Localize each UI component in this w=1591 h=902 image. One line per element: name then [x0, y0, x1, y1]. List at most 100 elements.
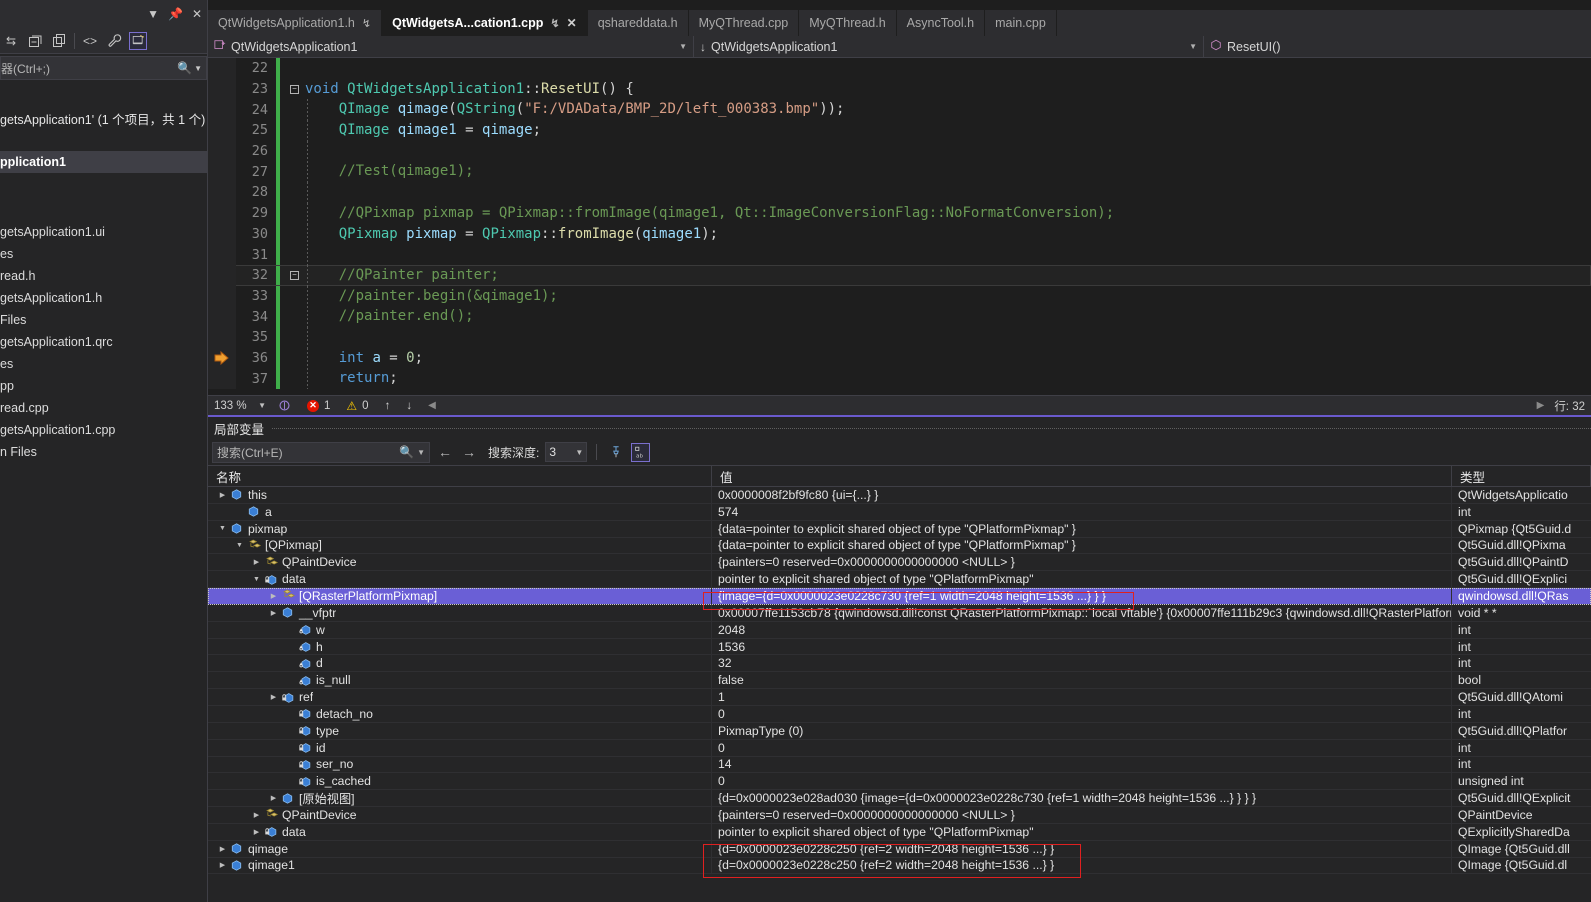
intellisense-status-icon[interactable]: [270, 399, 299, 412]
variable-row[interactable]: ▶ data pointer to explicit shared object o…: [208, 823, 1591, 841]
variable-value-cell[interactable]: {data=pointer to explicit shared object …: [712, 537, 1452, 554]
variable-name-cell[interactable]: ▶ qimage1: [208, 857, 712, 874]
variable-name-cell[interactable]: h: [208, 638, 712, 655]
variable-value-cell[interactable]: 0: [712, 773, 1452, 790]
fold-collapse-icon[interactable]: −: [288, 270, 301, 280]
expand-chevron-icon[interactable]: ▶: [216, 491, 229, 499]
variable-row[interactable]: ▶ qimage {d=0x0000023e0228c250 {ref=2 widt…: [208, 840, 1591, 858]
expand-right-button[interactable]: ▶: [1537, 400, 1545, 411]
variable-value-cell[interactable]: {d=0x0000023e0228c250 {ref=2 width=2048 …: [712, 857, 1452, 874]
expand-chevron-icon[interactable]: ▶: [250, 811, 263, 819]
code-line[interactable]: 22: [208, 58, 1591, 79]
code-line[interactable]: 35: [208, 326, 1591, 348]
collapse-chevron-icon[interactable]: ▼: [233, 542, 246, 549]
pin-tab-icon[interactable]: ↯: [550, 17, 559, 30]
variable-value-cell[interactable]: {painters=0 reserved=0x0000000000000000 …: [712, 554, 1452, 571]
chevron-down-icon[interactable]: ▼: [679, 42, 687, 51]
variable-value-cell[interactable]: {image={d=0x0000023e0228c730 {ref=1 widt…: [712, 588, 1452, 604]
variable-row[interactable]: h 1536 int: [208, 638, 1591, 656]
variable-row[interactable]: detach_no 0 int: [208, 705, 1591, 723]
variable-value-cell[interactable]: 1536: [712, 638, 1452, 655]
variable-row[interactable]: id 0 int: [208, 739, 1591, 757]
expand-chevron-icon[interactable]: ▶: [267, 609, 280, 617]
column-header-value[interactable]: 值: [712, 466, 1452, 486]
code-line[interactable]: 26: [208, 140, 1591, 162]
breakpoint-gutter[interactable]: [208, 58, 236, 79]
variable-value-cell[interactable]: 32: [712, 655, 1452, 672]
back-forward-icon[interactable]: ⇆: [2, 32, 20, 50]
tree-item[interactable]: n Files: [0, 441, 207, 463]
code-line[interactable]: 37 return;: [208, 368, 1591, 389]
code-line[interactable]: 36 int a = 0;: [208, 347, 1591, 369]
properties-wrench-icon[interactable]: [105, 32, 123, 50]
tree-item[interactable]: getsApplication1.qrc: [0, 331, 207, 353]
editor-tab[interactable]: AsyncTool.h: [896, 10, 986, 36]
show-all-files-icon[interactable]: [50, 32, 68, 50]
close-tab-icon[interactable]: ✕: [567, 16, 577, 30]
breakpoint-gutter[interactable]: [208, 326, 236, 348]
breakpoint-gutter[interactable]: [208, 140, 236, 162]
variable-row[interactable]: ▶ qimage1 {d=0x0000023e0228c250 {ref=2 wid…: [208, 857, 1591, 875]
variable-name-cell[interactable]: ▶ qimage: [208, 840, 712, 857]
hex-display-toggle-icon[interactable]: ab: [631, 442, 651, 462]
variable-row[interactable]: w 2048 int: [208, 621, 1591, 639]
pin-column-icon[interactable]: [606, 443, 625, 462]
variable-row[interactable]: a 574 int: [208, 503, 1591, 521]
chevron-down-icon[interactable]: ▼: [575, 448, 583, 457]
code-editor[interactable]: 22 23− void QtWidgetsApplication1::ResetUI…: [208, 58, 1591, 395]
breakpoint-gutter[interactable]: [208, 78, 236, 100]
search-input[interactable]: 器(Ctrl+;): [1, 60, 177, 77]
tree-item[interactable]: Files: [0, 309, 207, 331]
expand-chevron-icon[interactable]: ▶: [250, 828, 263, 836]
variable-name-cell[interactable]: ▶ ref: [208, 689, 712, 705]
expand-chevron-icon[interactable]: ▶: [267, 794, 280, 802]
breakpoint-gutter[interactable]: [208, 244, 236, 265]
collapse-left-button[interactable]: ◀: [420, 400, 444, 411]
variable-name-cell[interactable]: ▼ pixmap: [208, 520, 712, 537]
variable-name-cell[interactable]: ▶ data: [208, 823, 712, 840]
expand-chevron-icon[interactable]: ▶: [216, 845, 229, 853]
tree-item[interactable]: read.cpp: [0, 397, 207, 419]
variable-value-cell[interactable]: 0x00007ffe1153cb78 {qwindowsd.dll!const …: [712, 604, 1452, 621]
tree-item[interactable]: pp: [0, 375, 207, 397]
code-line[interactable]: 27 //Test(qimage1);: [208, 161, 1591, 183]
editor-tab[interactable]: MyQThread.h: [799, 10, 897, 36]
code-view-icon[interactable]: <>: [81, 32, 99, 50]
code-line[interactable]: 33 //painter.begin(&qimage1);: [208, 285, 1591, 307]
editor-tab[interactable]: QtWidgetsA...cation1.cpp ↯ ✕: [382, 10, 588, 36]
tree-item[interactable]: es: [0, 243, 207, 265]
chevron-down-icon[interactable]: ▼: [1189, 42, 1197, 51]
variable-row[interactable]: ▶ QPaintDevice {painters=0 reserved=0x0000…: [208, 807, 1591, 824]
variable-value-cell[interactable]: {data=pointer to explicit shared object …: [712, 520, 1452, 537]
variable-name-cell[interactable]: ▼ [QPixmap]: [208, 537, 712, 554]
variable-name-cell[interactable]: is_cached: [208, 773, 712, 790]
next-issue-button[interactable]: ↓: [398, 400, 420, 412]
navbar-project-selector[interactable]: QtWidgetsApplication1 ▼: [208, 36, 694, 57]
collapse-chevron-icon[interactable]: ▼: [250, 576, 263, 583]
breakpoint-gutter[interactable]: [208, 368, 236, 389]
variable-name-cell[interactable]: ▶ this: [208, 487, 712, 503]
expand-chevron-icon[interactable]: ▶: [267, 592, 280, 600]
variable-value-cell[interactable]: false: [712, 672, 1452, 689]
editor-tab[interactable]: qshareddata.h: [587, 10, 689, 36]
variable-row[interactable]: ▶ ref 1 Qt5Guid.dll!QAtomi: [208, 689, 1591, 706]
breakpoint-gutter[interactable]: [208, 161, 236, 183]
variable-value-cell[interactable]: 0: [712, 705, 1452, 722]
variable-value-cell[interactable]: pointer to explicit shared object of typ…: [712, 823, 1452, 840]
search-previous-button[interactable]: ←: [436, 444, 454, 460]
search-dropdown-icon[interactable]: ▼: [194, 64, 202, 73]
code-line[interactable]: 28: [208, 182, 1591, 203]
variable-row[interactable]: ▶ __vfptr 0x00007ffe1153cb78 {qwindowsd.dl…: [208, 604, 1591, 622]
preview-selected-icon[interactable]: [129, 31, 147, 50]
code-line[interactable]: 31: [208, 244, 1591, 265]
editor-tab[interactable]: MyQThread.cpp: [688, 10, 800, 36]
breakpoint-gutter[interactable]: [208, 99, 236, 121]
breakpoint-gutter[interactable]: [208, 202, 236, 224]
tree-item[interactable]: es: [0, 353, 207, 375]
warning-count-indicator[interactable]: ⚠ 0: [338, 400, 376, 412]
solution-selected-project[interactable]: pplication1: [0, 151, 207, 173]
variable-value-cell[interactable]: 574: [712, 503, 1452, 520]
variable-row[interactable]: is_cached 0 unsigned int: [208, 773, 1591, 791]
column-header-type[interactable]: 类型: [1452, 466, 1591, 486]
navbar-class-selector[interactable]: ↓ QtWidgetsApplication1 ▼: [694, 36, 1204, 57]
